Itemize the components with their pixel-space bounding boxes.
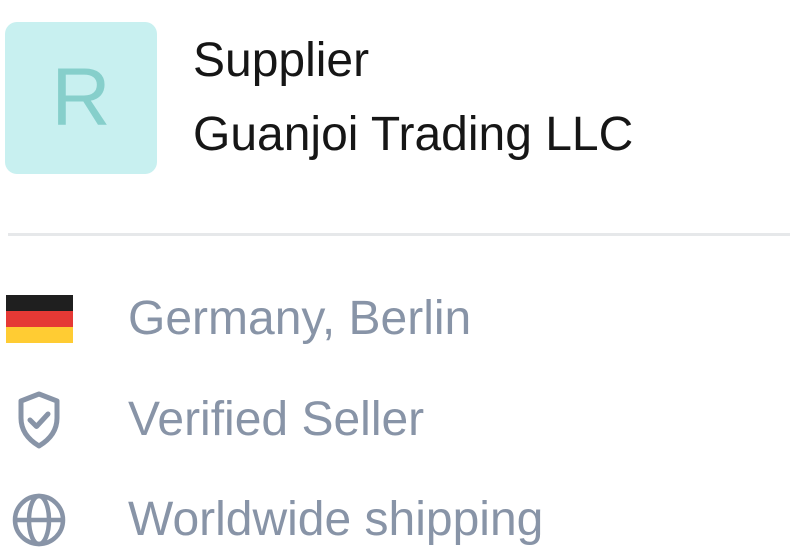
section-divider: [8, 233, 790, 236]
supplier-header: R Supplier Guanjoi Trading LLC: [5, 22, 633, 174]
shield-check-icon: [5, 391, 73, 449]
supplier-avatar: R: [5, 22, 157, 174]
supplier-info: Supplier Guanjoi Trading LLC: [193, 37, 633, 159]
shipping-text: Worldwide shipping: [128, 493, 544, 546]
avatar-letter: R: [51, 52, 111, 143]
globe-icon: [5, 492, 73, 548]
location-text: Germany, Berlin: [128, 292, 472, 345]
verified-row: Verified Seller: [0, 388, 424, 452]
supplier-name: Guanjoi Trading LLC: [193, 108, 634, 161]
supplier-label: Supplier: [193, 34, 370, 87]
location-row: Germany, Berlin: [0, 287, 471, 351]
germany-flag-icon: [5, 291, 73, 347]
supplier-card: R Supplier Guanjoi Trading LLC Germany, …: [0, 0, 797, 560]
shipping-row: Worldwide shipping: [0, 488, 543, 552]
verified-text: Verified Seller: [128, 393, 425, 446]
